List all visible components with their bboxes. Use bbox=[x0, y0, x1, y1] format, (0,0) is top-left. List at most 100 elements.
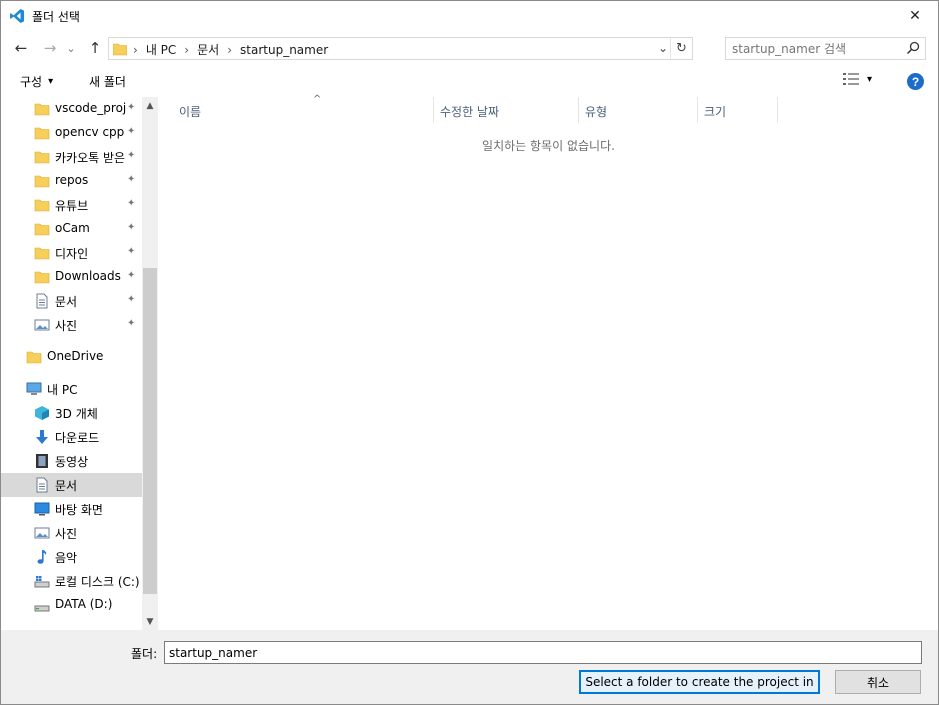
sidebar-item-label: 음악 bbox=[55, 551, 78, 565]
breadcrumb-separator: › bbox=[184, 42, 190, 57]
breadcrumb-item-pc[interactable]: 내 PC bbox=[146, 41, 176, 58]
column-header-label: 수정한 날짜 bbox=[440, 105, 500, 119]
sidebar-item-videos[interactable]: 동영상 bbox=[1, 449, 142, 473]
sidebar-item-vscode-projects[interactable]: vscode_proje ✦ bbox=[1, 97, 142, 121]
help-icon: ? bbox=[911, 74, 920, 89]
breadcrumb-item-documents[interactable]: 문서 bbox=[197, 41, 219, 58]
help-button[interactable]: ? bbox=[907, 73, 924, 90]
address-dropdown-icon[interactable]: ⌄ bbox=[658, 41, 668, 55]
cube-icon bbox=[35, 406, 49, 420]
sidebar-item-label: repos bbox=[55, 173, 89, 187]
folder-name-input[interactable] bbox=[164, 641, 922, 664]
scroll-up-button[interactable]: ▲ bbox=[142, 97, 158, 114]
sidebar-item-label: 디자인 bbox=[55, 247, 89, 261]
folder-icon bbox=[34, 199, 50, 212]
scroll-down-button[interactable]: ▼ bbox=[142, 613, 158, 630]
column-header-size[interactable]: 크기 bbox=[698, 97, 778, 123]
folder-icon bbox=[26, 351, 42, 364]
sidebar-item-downloads-pc[interactable]: 다운로드 bbox=[1, 425, 142, 449]
sidebar-item-pictures[interactable]: 사진 bbox=[1, 521, 142, 545]
sidebar-item-downloads[interactable]: Downloads ✦ bbox=[1, 265, 142, 289]
sort-ascending-icon: ^ bbox=[313, 94, 322, 105]
column-header-name[interactable]: 이름 ^ bbox=[173, 94, 434, 123]
folder-icon bbox=[34, 271, 50, 284]
sidebar-item-documents-quick[interactable]: 문서 ✦ bbox=[1, 289, 142, 313]
refresh-icon: ↻ bbox=[676, 41, 687, 56]
sidebar-item-label: 내 PC bbox=[47, 383, 78, 397]
sidebar-item-label: 동영상 bbox=[55, 455, 89, 469]
sidebar-item-desktop[interactable]: 바탕 화면 bbox=[1, 497, 142, 521]
new-folder-button[interactable]: 새 폴더 bbox=[89, 73, 126, 90]
close-button[interactable]: ✕ bbox=[892, 1, 938, 31]
breadcrumb-item-startup-namer[interactable]: startup_namer bbox=[240, 43, 328, 57]
organize-label: 구성 bbox=[20, 75, 43, 89]
up-arrow-icon: ↑ bbox=[88, 39, 102, 57]
sidebar-item-repos[interactable]: repos ✦ bbox=[1, 169, 142, 193]
sidebar-item-3d-objects[interactable]: 3D 개체 bbox=[1, 401, 142, 425]
sidebar-item-opencv[interactable]: opencv cpp c ✦ bbox=[1, 121, 142, 145]
folder-icon bbox=[34, 103, 50, 116]
forward-button[interactable]: → bbox=[39, 37, 61, 59]
column-header-type[interactable]: 유형 bbox=[579, 97, 698, 123]
folder-icon bbox=[34, 223, 50, 236]
sidebar-item-pictures-quick[interactable]: 사진 ✦ bbox=[1, 313, 142, 337]
pin-icon: ✦ bbox=[127, 318, 136, 329]
folder-icon bbox=[34, 127, 50, 140]
folder-select-dialog: 폴더 선택 ✕ ← → ⌄ ↑ › 내 PC › 문서 › startup_na… bbox=[0, 0, 939, 705]
sidebar-item-onedrive[interactable]: OneDrive bbox=[1, 345, 142, 369]
pc-icon bbox=[26, 382, 42, 395]
scrollbar-thumb[interactable] bbox=[143, 268, 157, 594]
search-icon bbox=[906, 41, 920, 55]
sidebar-item-local-disk-c[interactable]: 로컬 디스크 (C:) bbox=[1, 569, 142, 593]
recent-locations-button[interactable]: ⌄ bbox=[63, 37, 79, 59]
download-icon bbox=[36, 430, 48, 444]
sidebar-item-design[interactable]: 디자인 ✦ bbox=[1, 241, 142, 265]
chevron-down-icon: ▼ bbox=[146, 616, 154, 627]
select-folder-button[interactable]: Select a folder to create the project in bbox=[579, 670, 820, 694]
column-header-label: 이름 bbox=[179, 105, 202, 119]
pin-icon: ✦ bbox=[127, 150, 136, 161]
folder-icon bbox=[34, 175, 50, 188]
search-input[interactable] bbox=[732, 41, 902, 57]
sidebar-item-label: OneDrive bbox=[47, 349, 104, 363]
sidebar-item-this-pc[interactable]: 내 PC bbox=[1, 377, 142, 401]
back-arrow-icon: ← bbox=[14, 39, 28, 57]
chevron-down-icon: ⌄ bbox=[66, 41, 76, 55]
title-bar: 폴더 선택 ✕ bbox=[1, 1, 938, 31]
sidebar-item-data-d[interactable]: DATA (D:) bbox=[1, 593, 142, 617]
navigation-pane: vscode_proje ✦ opencv cpp c ✦ 카카오톡 받은 ✦ … bbox=[1, 97, 158, 630]
sidebar-item-music[interactable]: 음악 bbox=[1, 545, 142, 569]
pin-icon: ✦ bbox=[127, 126, 136, 137]
search-box[interactable] bbox=[725, 37, 926, 60]
pin-icon: ✦ bbox=[127, 222, 136, 233]
drive-c-icon bbox=[34, 576, 50, 588]
column-header-label: 크기 bbox=[704, 105, 727, 119]
sidebar-item-documents[interactable]: 문서 bbox=[1, 473, 142, 497]
file-list: 이름 ^ 수정한 날짜 유형 크기 일치하는 항목이 없습니다. bbox=[159, 94, 938, 630]
sidebar-item-kakaotalk[interactable]: 카카오톡 받은 ✦ bbox=[1, 145, 142, 169]
nav-pane-scrollbar[interactable]: ▲ ▼ bbox=[142, 97, 158, 630]
address-bar[interactable]: › 내 PC › 문서 › startup_namer ⌄ ↻ bbox=[108, 37, 693, 60]
view-options-button[interactable]: ▾ bbox=[843, 73, 872, 85]
empty-list-message: 일치하는 항목이 없습니다. bbox=[482, 139, 615, 153]
folder-icon bbox=[34, 151, 50, 164]
sidebar-item-ocam[interactable]: oCam ✦ bbox=[1, 217, 142, 241]
pin-icon: ✦ bbox=[127, 270, 136, 281]
sidebar-item-label: 유튜브 bbox=[55, 199, 89, 213]
organize-menu-button[interactable]: 구성 ▾ bbox=[20, 73, 53, 90]
chevron-down-icon: ▾ bbox=[48, 76, 54, 87]
vscode-icon bbox=[10, 9, 24, 23]
sidebar-item-youtube[interactable]: 유튜브 ✦ bbox=[1, 193, 142, 217]
sidebar-item-label: 바탕 화면 bbox=[55, 503, 103, 517]
up-button[interactable]: ↑ bbox=[84, 37, 106, 59]
sidebar-item-label: 로컬 디스크 (C:) bbox=[55, 575, 140, 589]
chevron-up-icon: ▲ bbox=[146, 100, 154, 111]
column-header-label: 유형 bbox=[585, 105, 608, 119]
refresh-button[interactable]: ↻ bbox=[670, 38, 692, 59]
sidebar-item-label: 사진 bbox=[55, 319, 78, 333]
column-header-date-modified[interactable]: 수정한 날짜 bbox=[434, 97, 579, 123]
back-button[interactable]: ← bbox=[10, 37, 32, 59]
pin-icon: ✦ bbox=[127, 198, 136, 209]
pin-icon: ✦ bbox=[127, 246, 136, 257]
cancel-button[interactable]: 취소 bbox=[835, 670, 921, 694]
